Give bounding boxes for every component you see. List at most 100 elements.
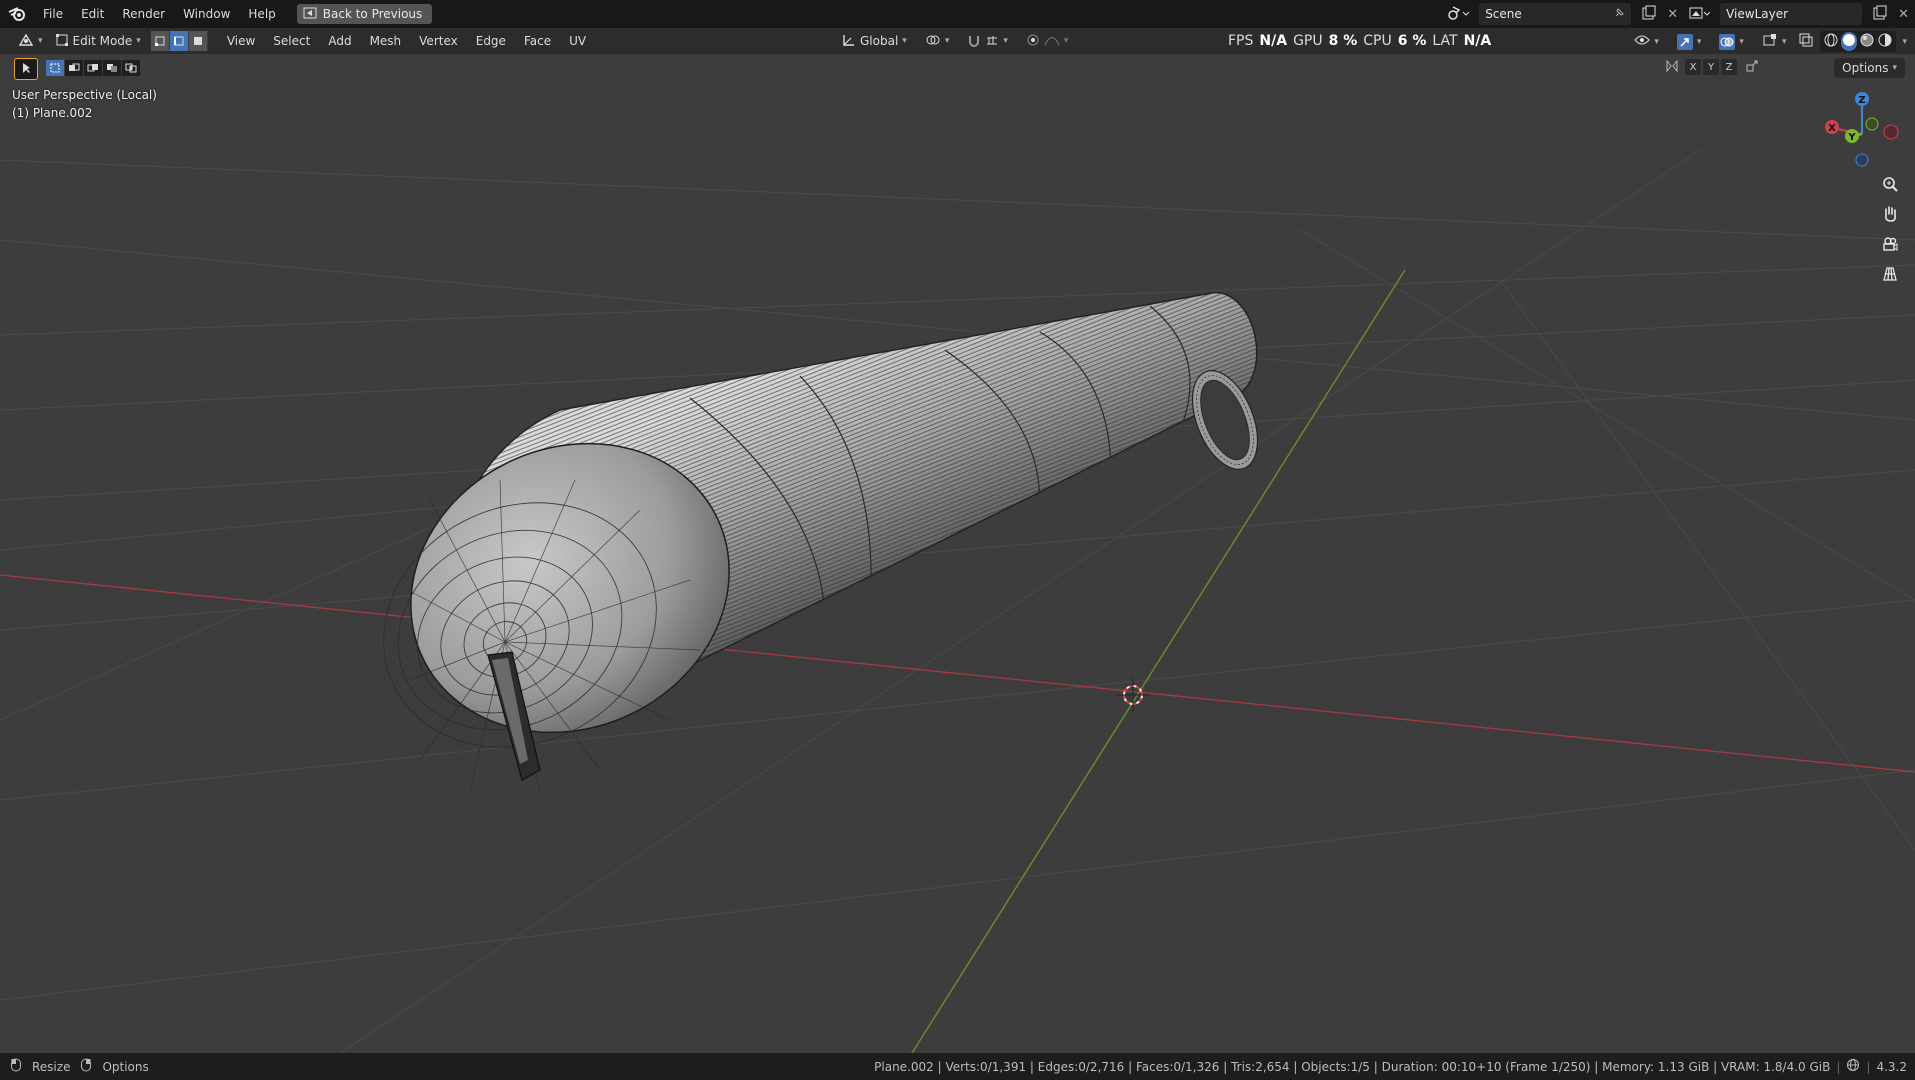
select-tool-button[interactable] <box>14 58 38 80</box>
mode-selector[interactable]: Edit Mode ▾ <box>49 31 147 51</box>
options-dropdown[interactable]: Options ▾ <box>1834 58 1905 78</box>
shading-rendered-icon[interactable] <box>1877 32 1893 51</box>
snap-icon <box>967 33 981 50</box>
cpu-value: 6 % <box>1397 33 1427 49</box>
gizmo-icon <box>1676 33 1693 50</box>
lat-value: N/A <box>1463 33 1492 49</box>
menu-add[interactable]: Add <box>319 34 360 48</box>
visibility-dropdown[interactable]: ▾ <box>1628 32 1665 52</box>
new-scene-icon[interactable] <box>1641 5 1657 24</box>
visibility-icon <box>1634 34 1651 49</box>
pivot-icon <box>925 33 941 50</box>
menu-face[interactable]: Face <box>515 34 560 48</box>
xray-icon[interactable] <box>1798 32 1814 51</box>
mirror-z-toggle[interactable]: Z <box>1721 59 1737 75</box>
zoom-icon[interactable] <box>1876 170 1904 198</box>
viewport-canvas[interactable] <box>0 80 1915 1080</box>
select-new-icon[interactable] <box>46 60 64 76</box>
menu-select[interactable]: Select <box>264 34 319 48</box>
edge-select-icon[interactable] <box>169 31 189 51</box>
overlay-toggle[interactable]: ▾ <box>1713 32 1750 52</box>
back-to-previous-label: Back to Previous <box>322 7 423 21</box>
x-axis-line <box>0 574 1915 773</box>
shading-options-icon[interactable]: ▾ <box>1902 37 1907 47</box>
transform-orientation-dropdown[interactable]: Global ▾ <box>836 31 913 51</box>
mouse-right-icon <box>80 1058 92 1075</box>
selection-mode-group <box>150 31 208 51</box>
mode-label: Edit Mode <box>72 34 133 48</box>
remove-scene-icon[interactable]: ✕ <box>1667 7 1678 22</box>
options-label: Options <box>1842 61 1889 75</box>
view-layer-icon[interactable] <box>1688 5 1711 24</box>
pin-icon[interactable] <box>1613 7 1625 22</box>
editor-type-icon <box>18 33 34 50</box>
cpu-label: CPU <box>1363 33 1392 49</box>
view-layer-name: ViewLayer <box>1726 7 1789 21</box>
grid-icon[interactable] <box>1876 260 1904 288</box>
mesh-overlay-icon <box>1762 33 1778 50</box>
vertex-select-icon[interactable] <box>150 31 170 51</box>
orientation-label: Global <box>860 34 899 48</box>
status-bar: Resize Options Plane.002 | Verts:0/1,391… <box>0 1053 1915 1080</box>
shading-wire-icon[interactable] <box>1823 32 1839 51</box>
active-object-label: (1) Plane.002 <box>12 106 93 120</box>
back-to-previous-button[interactable]: Back to Previous <box>296 4 433 24</box>
select-invert-icon[interactable] <box>103 60 121 76</box>
gizmo-toggle[interactable]: ▾ <box>1671 32 1708 52</box>
camera-icon[interactable] <box>1876 230 1904 258</box>
remove-view-layer-icon[interactable]: ✕ <box>1898 7 1909 22</box>
menu-edit[interactable]: Edit <box>72 0 113 28</box>
gpu-value: 8 % <box>1328 33 1358 49</box>
status-resize-hint: Resize <box>32 1059 71 1074</box>
auto-merge-icon[interactable] <box>1739 59 1765 76</box>
status-options-hint: Options <box>102 1059 149 1074</box>
fps-value: N/A <box>1259 33 1288 49</box>
menu-window[interactable]: Window <box>174 0 239 28</box>
mesh-edit-overlay-dropdown[interactable]: ▾ <box>1756 32 1793 52</box>
menu-help[interactable]: Help <box>239 0 284 28</box>
shading-mode-group <box>1820 31 1897 52</box>
menu-mesh[interactable]: Mesh <box>361 34 411 48</box>
select-extend-icon[interactable] <box>65 60 83 76</box>
proportional-icon <box>1026 33 1040 50</box>
gizmo-z-label: Z <box>1858 95 1865 106</box>
menu-edge[interactable]: Edge <box>467 34 515 48</box>
editor-type-button[interactable]: ▾ <box>12 31 49 51</box>
mouse-icon <box>10 1058 22 1075</box>
falloff-icon <box>1044 34 1060 49</box>
mirror-y-toggle[interactable]: Y <box>1703 59 1719 75</box>
menu-view[interactable]: View <box>218 34 264 48</box>
pan-hand-icon[interactable] <box>1876 200 1904 228</box>
viewport-header: ▾ Edit Mode ▾ View Select Add Mesh Verte… <box>0 28 1915 54</box>
menu-vertex[interactable]: Vertex <box>410 34 467 48</box>
select-subtract-icon[interactable] <box>84 60 102 76</box>
face-select-icon[interactable] <box>188 31 208 51</box>
menu-render[interactable]: Render <box>113 0 174 28</box>
select-box-icon <box>19 61 33 78</box>
gizmo-y-label: Y <box>1847 132 1856 143</box>
mirror-x-toggle[interactable]: X <box>1685 59 1701 75</box>
gpu-label: GPU <box>1293 33 1323 49</box>
shading-material-icon[interactable] <box>1859 32 1875 51</box>
scene-selector[interactable]: Scene <box>1479 3 1632 25</box>
back-icon <box>303 7 317 22</box>
pivot-dropdown[interactable]: ▾ <box>919 31 956 51</box>
proportional-edit-toggle[interactable]: ▾ <box>1020 31 1075 51</box>
view-name-label: User Perspective (Local) <box>12 88 157 102</box>
navigation-gizmo[interactable]: Z X Y <box>1820 88 1912 176</box>
view-layer-selector[interactable]: ViewLayer <box>1720 3 1863 25</box>
network-icon[interactable] <box>1846 1058 1860 1075</box>
fps-label: FPS <box>1228 33 1254 49</box>
tool-settings-row: X Y Z Options ▾ <box>0 54 1915 80</box>
blender-logo-icon[interactable] <box>0 0 34 28</box>
menu-file[interactable]: File <box>34 0 72 28</box>
snap-toggle[interactable]: ▾ <box>961 31 1014 51</box>
scene-icon[interactable] <box>1447 5 1470 24</box>
select-intersect-icon[interactable] <box>122 60 140 76</box>
scene-name: Scene <box>1485 7 1522 21</box>
new-view-layer-icon[interactable] <box>1872 5 1888 24</box>
floor-grid <box>0 149 1915 1080</box>
shading-solid-icon[interactable] <box>1841 32 1858 51</box>
menu-uv[interactable]: UV <box>560 34 595 48</box>
mirror-icon <box>1661 59 1683 76</box>
